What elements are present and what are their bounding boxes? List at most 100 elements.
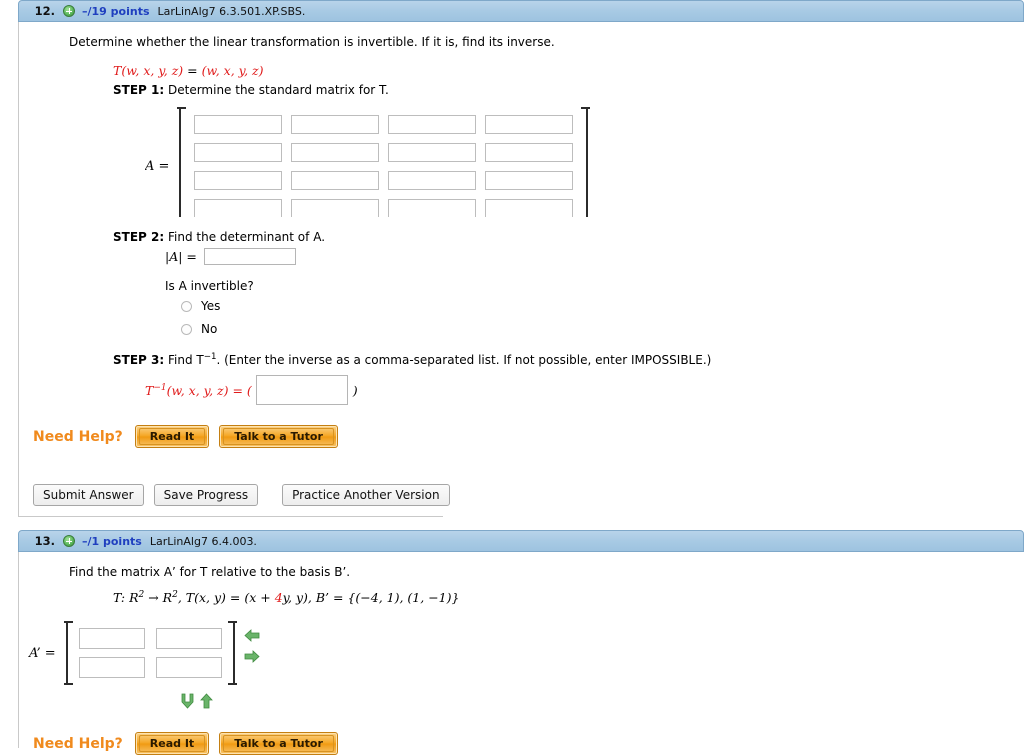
need-help-row-12: Need Help? Read It Talk to a Tutor — [33, 425, 1024, 449]
arrow-up-icon[interactable] — [200, 693, 213, 712]
row-arrow-group — [244, 621, 260, 666]
radio-option-no[interactable]: No — [181, 322, 1024, 336]
step-3-label: STEP 3: — [113, 353, 165, 368]
radio-no-icon[interactable] — [181, 323, 192, 335]
question-body-13: Find the matrix A’ for T relative to the… — [18, 552, 1024, 755]
matrix-Aprime-grid — [73, 621, 228, 685]
formula-lhs: T(w, x, y, z) — [113, 63, 184, 79]
matrix-A-cell-3-3[interactable] — [485, 199, 574, 218]
matrix-Aprime-cell-1-1[interactable] — [155, 657, 222, 679]
invertible-question-group: Is A invertible? Yes No — [165, 279, 1024, 336]
matrix-Aprime-label: A’ = — [29, 645, 56, 661]
transformation-formula: T(w, x, y, z) = (w, x, y, z) — [113, 63, 1024, 78]
bracket-right-icon — [581, 107, 591, 218]
matrix-A-clip: A = — [145, 107, 1024, 218]
matrix-A-cell-1-3[interactable] — [485, 143, 574, 163]
column-arrow-group — [181, 693, 1024, 712]
matrix-A-cell-0-1[interactable] — [291, 115, 380, 135]
determinant-label: |A| = — [165, 249, 197, 265]
matrix-A-cell-3-1[interactable] — [291, 199, 380, 218]
matrix-A-cell-2-1[interactable] — [291, 171, 380, 191]
question-header-13: 13. –/1 points LarLinAlg7 6.4.003. — [18, 530, 1024, 552]
invertible-question-label: Is A invertible? — [165, 279, 254, 294]
points-label: –/1 points — [82, 534, 142, 548]
given-part1: T: R2 → R2, T(x, y) = (x + — [113, 590, 275, 606]
arrow-right-icon[interactable] — [244, 650, 260, 666]
step-1-label: STEP 1: — [113, 83, 165, 98]
talk-to-a-tutor-button[interactable]: Talk to a Tutor — [219, 425, 338, 449]
bracket-left-icon — [63, 621, 73, 686]
read-it-label: Read It — [138, 428, 206, 446]
matrix-A-cell-3-0[interactable] — [194, 199, 283, 218]
question-number: 12. — [34, 4, 55, 18]
matrix-A-cell-0-3[interactable] — [485, 115, 574, 135]
matrix-A-cell-0-0[interactable] — [194, 115, 283, 135]
formula-equals: = — [187, 63, 198, 79]
inverse-rhs-paren: ) — [352, 382, 358, 398]
question-prompt: Determine whether the linear transformat… — [69, 35, 555, 49]
step-1-line: STEP 1: Determine the standard matrix fo… — [113, 83, 1024, 97]
matrix-Aprime-cell-1-0[interactable] — [78, 657, 145, 679]
read-it-label: Read It — [138, 735, 206, 753]
practice-another-version-button[interactable]: Practice Another Version — [282, 484, 450, 506]
submit-answer-button[interactable]: Submit Answer — [33, 484, 144, 506]
radio-yes-icon[interactable] — [181, 300, 192, 312]
inverse-answer-row: T−1(w, x, y, z) = ( ) — [145, 375, 1024, 406]
step-2-text: Find the determinant of A. — [167, 230, 326, 245]
question-number: 13. — [34, 534, 55, 548]
step-3-line: STEP 3: Find T−1. (Enter the inverse as … — [113, 352, 1024, 367]
formula-rhs: (w, x, y, z) — [201, 63, 264, 79]
arrow-down-icon[interactable] — [181, 693, 194, 712]
plus-circle-icon[interactable] — [63, 5, 75, 17]
matrix-A-cell-3-2[interactable] — [388, 199, 477, 218]
matrix-A-label: A = — [145, 159, 170, 175]
need-help-label: Need Help? — [33, 428, 123, 445]
matrix-Aprime-cell-0-0[interactable] — [78, 628, 145, 650]
determinant-row: |A| = — [165, 248, 1024, 266]
bracket-right-icon — [227, 621, 237, 686]
step-2-label: STEP 2: — [113, 230, 165, 245]
matrix-A-cell-0-2[interactable] — [388, 115, 477, 135]
prompt-text: Find the matrix A’ for T relative to the… — [69, 565, 351, 579]
matrix-A-cell-1-2[interactable] — [388, 143, 477, 163]
talk-to-a-tutor-label: Talk to a Tutor — [223, 428, 334, 446]
given-formula: T: R2 → R2, T(x, y) = (x + 4y, y), B’ = … — [113, 590, 1024, 605]
need-help-label: Need Help? — [33, 735, 123, 752]
question-code: LarLinAlg7 6.3.501.XP.SBS. — [157, 4, 306, 18]
given-red-coefficient: 4 — [274, 590, 283, 606]
arrow-left-icon[interactable] — [244, 629, 260, 645]
matrix-A-cell-2-3[interactable] — [485, 171, 574, 191]
matrix-Aprime-bracket-box — [63, 621, 237, 686]
question-block-13: 13. –/1 points LarLinAlg7 6.4.003. Find … — [0, 530, 1024, 755]
matrix-Aprime-cell-0-1[interactable] — [155, 628, 222, 650]
read-it-button[interactable]: Read It — [134, 425, 210, 449]
radio-option-yes[interactable]: Yes — [181, 299, 1024, 313]
step-1-text: Determine the standard matrix for T. — [167, 83, 389, 98]
bracket-left-icon — [177, 107, 187, 218]
action-bar-12: Submit Answer Save Progress Practice Ano… — [18, 474, 450, 517]
inverse-input[interactable] — [255, 375, 348, 406]
inverse-lhs-label: T−1(w, x, y, z) = ( — [145, 382, 252, 398]
matrix-A-cell-2-2[interactable] — [388, 171, 477, 191]
talk-to-a-tutor-label: Talk to a Tutor — [223, 735, 334, 753]
step-3-text: Find T−1. (Enter the inverse as a comma-… — [167, 352, 712, 368]
question-block-12: 12. –/19 points LarLinAlg7 6.3.501.XP.SB… — [0, 0, 1024, 517]
question-body-12: Determine whether the linear transformat… — [18, 22, 1024, 474]
matrix-A-cell-1-0[interactable] — [194, 143, 283, 163]
question-prompt: Find the matrix A’ for T relative to the… — [69, 564, 1024, 580]
matrix-Aprime-row: A’ = — [29, 621, 237, 686]
save-progress-button[interactable]: Save Progress — [153, 484, 259, 506]
step-2-line: STEP 2: Find the determinant of A. — [113, 230, 1024, 244]
question-code: LarLinAlg7 6.4.003. — [149, 534, 257, 548]
matrix-A-cell-2-0[interactable] — [194, 171, 283, 191]
matrix-A-grid — [186, 107, 581, 218]
matrix-A-row: A = — [145, 107, 1024, 218]
matrix-A-bracket-box — [177, 107, 591, 218]
radio-yes-label: Yes — [201, 299, 221, 314]
points-label: –/19 points — [82, 4, 150, 18]
matrix-A-cell-1-1[interactable] — [291, 143, 380, 163]
plus-circle-icon[interactable] — [63, 535, 75, 547]
given-part2: y, y), B’ = {(−4, 1), (1, −1)} — [282, 590, 460, 606]
radio-no-label: No — [201, 322, 218, 337]
determinant-input[interactable] — [203, 248, 296, 266]
